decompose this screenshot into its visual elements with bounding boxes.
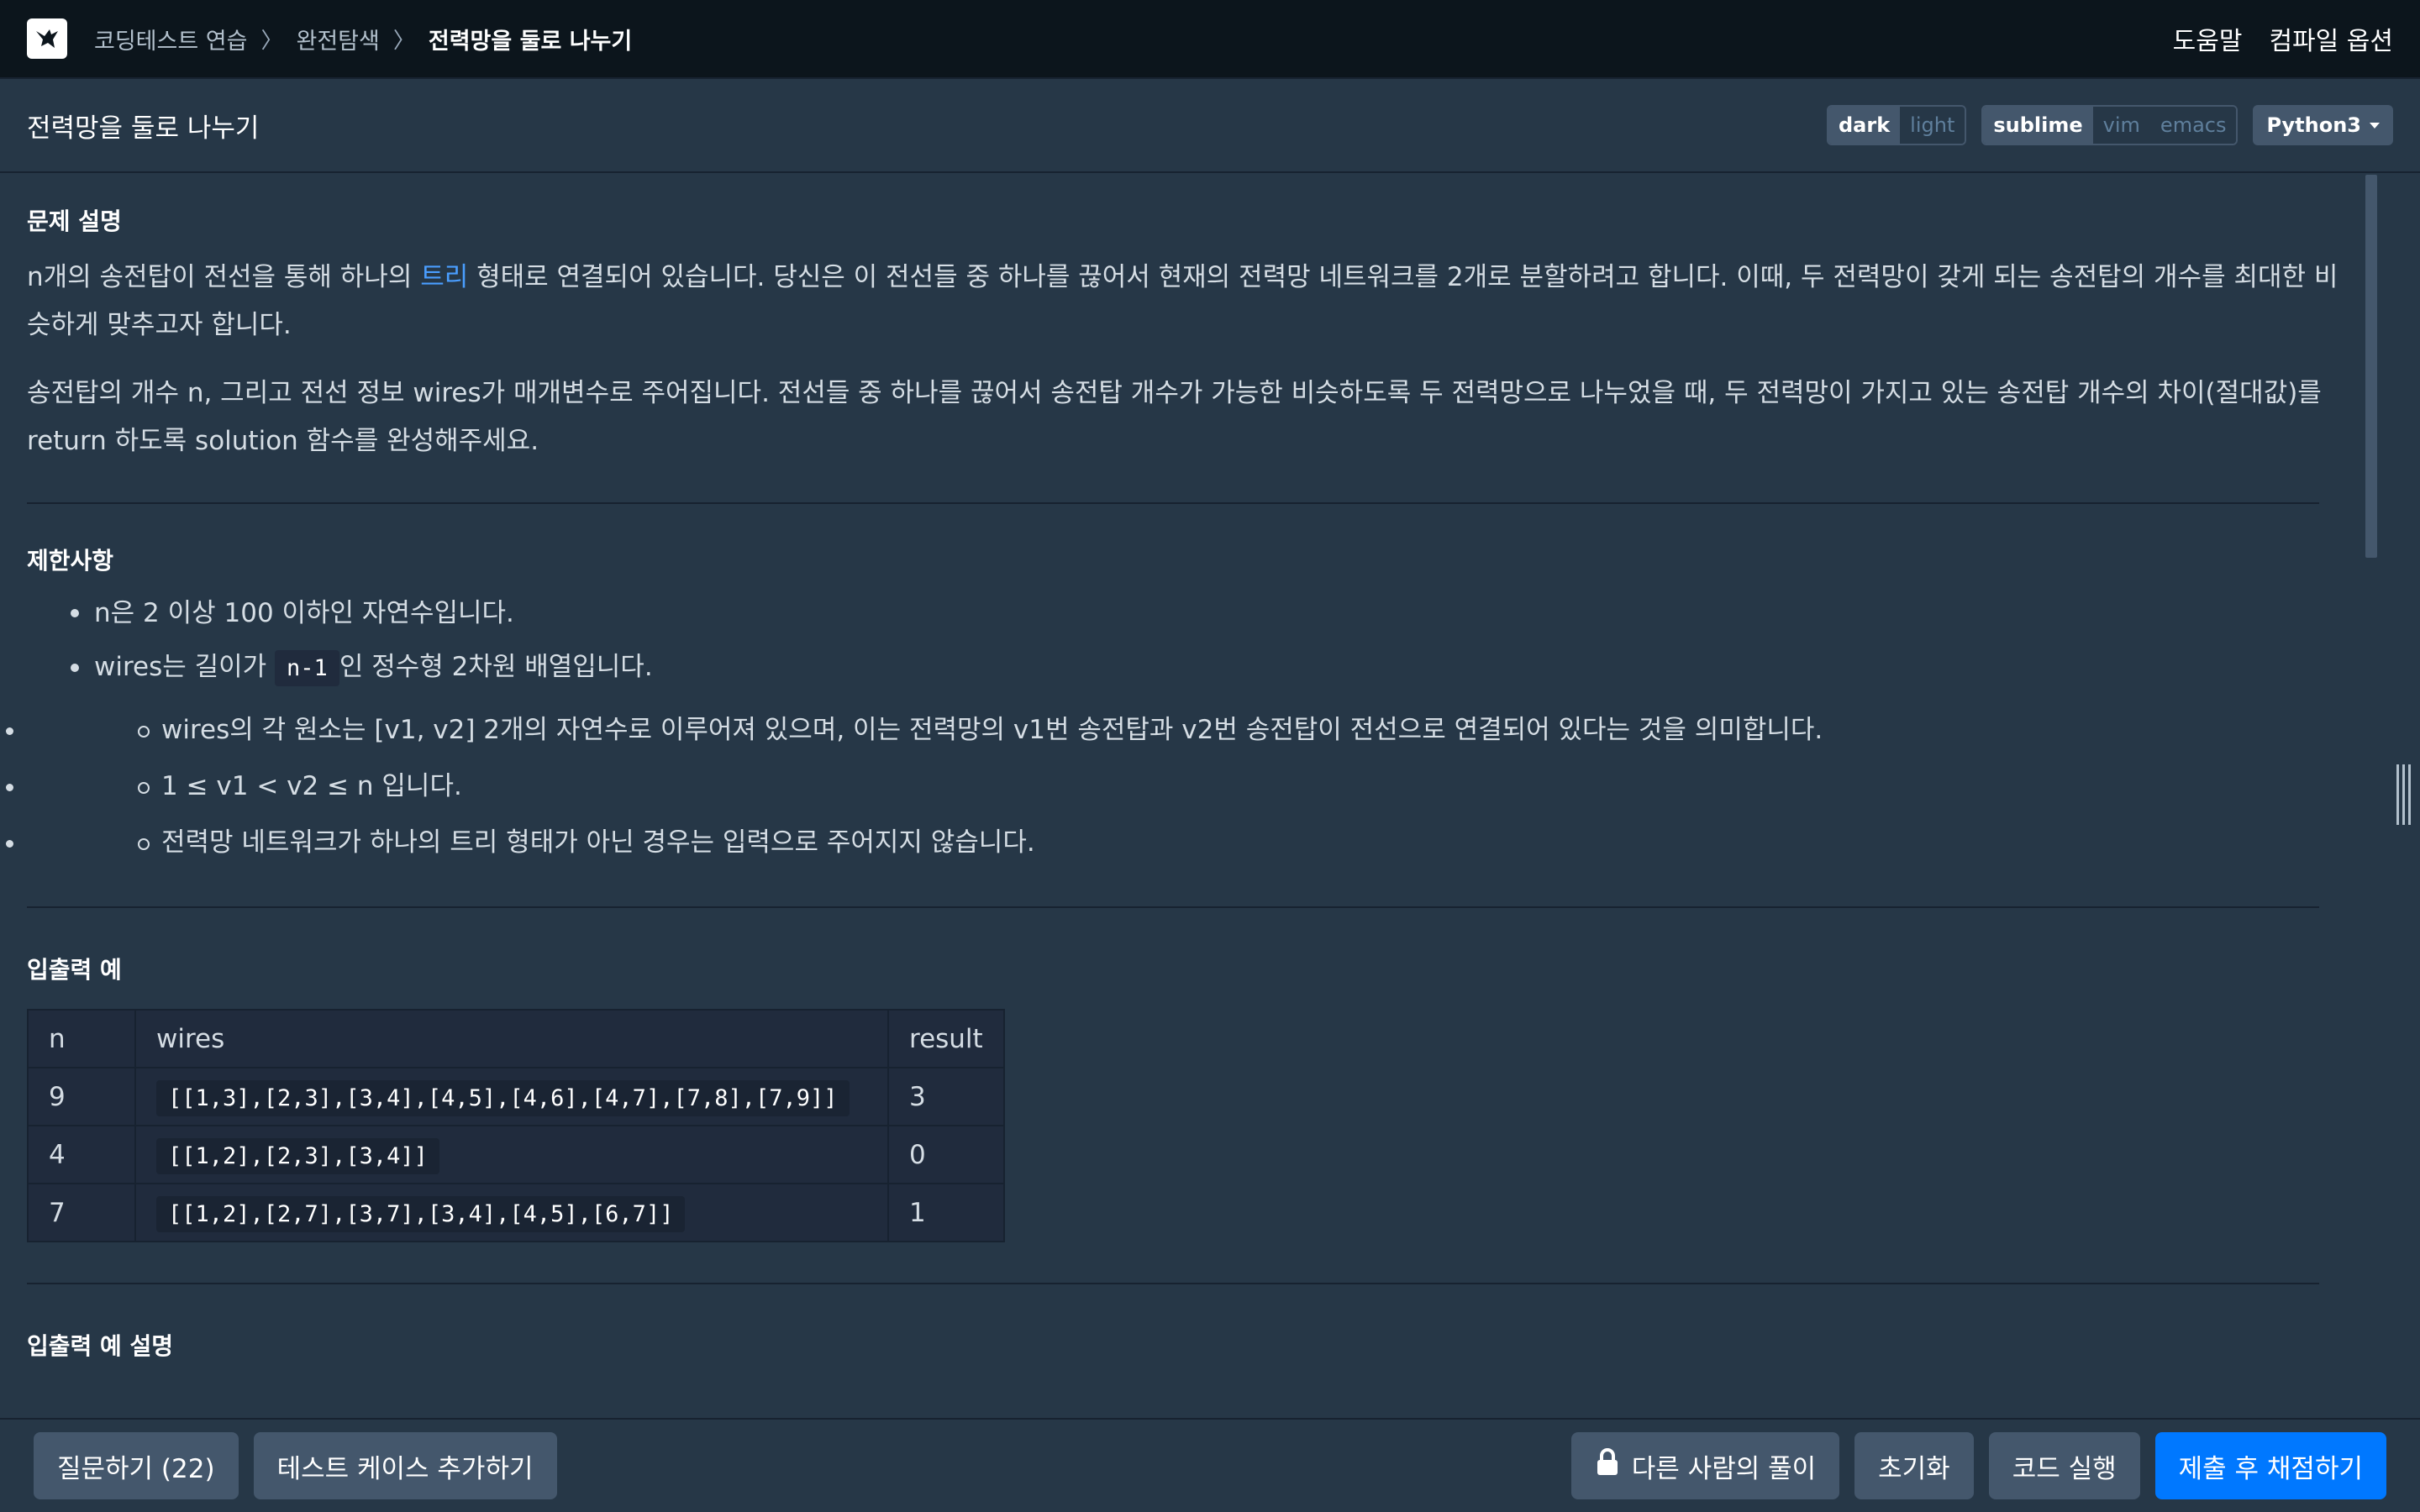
language-select-label: Python3 — [2266, 113, 2361, 137]
column-header-result: result — [887, 1009, 1005, 1068]
cell-n: 9 — [27, 1067, 136, 1126]
run-code-label: 코드 실행 — [2012, 1453, 2117, 1484]
reset-label: 초기화 — [1878, 1453, 1950, 1484]
submit-label: 제출 후 채점하기 — [2178, 1453, 2363, 1484]
compile-options-link[interactable]: 컴파일 옵션 — [2269, 20, 2393, 57]
description-paragraph-1: n개의 송전탑이 전선을 통해 하나의 트리 형태로 연결되어 있습니다. 당신… — [27, 254, 2343, 349]
help-link[interactable]: 도움말 — [2173, 20, 2243, 57]
content-scrollbar[interactable] — [2365, 175, 2377, 558]
cell-wires: [[1,3],[2,3],[3,4],[4,5],[4,6],[4,7],[7,… — [134, 1067, 889, 1126]
title-bar: 전력망을 둘로 나누기 dark light sublime vim emacs… — [0, 79, 2420, 173]
table-header-row: n wires result — [27, 1009, 1005, 1068]
inline-code: n-1 — [275, 650, 339, 686]
cell-n: 7 — [27, 1183, 136, 1242]
column-header-n: n — [27, 1009, 136, 1068]
constraints-title: 제한사항 — [27, 547, 114, 575]
constraint-item: wires는 길이가 n-1 인 정수형 2차원 배열입니다. — [27, 638, 2343, 697]
keymap-vim-button[interactable]: vim — [2092, 107, 2150, 144]
constraint-subitem: 1 ≤ v1 < v2 ≤ n 입니다. — [27, 759, 2343, 815]
constraint-subitem: 전력망 네트워크가 하나의 트리 형태가 아닌 경우는 입력으로 주어지지 않습… — [27, 815, 2343, 871]
breadcrumb: 코딩테스트 연습 〉 완전탐색 〉 전력망을 둘로 나누기 — [94, 23, 632, 55]
cell-result: 1 — [887, 1183, 1005, 1242]
examples-table: n wires result 9 [[1,3],[2,3],[3,4],[4,5… — [27, 1009, 1005, 1242]
cell-wires-code: [[1,2],[2,3],[3,4]] — [156, 1137, 439, 1174]
run-code-button[interactable]: 코드 실행 — [1988, 1432, 2140, 1499]
bottom-toolbar: 질문하기 (22) 테스트 케이스 추가하기 다른 사람의 풀이 초기화 코드 … — [0, 1418, 2420, 1512]
chevron-down-icon — [2370, 122, 2380, 129]
theme-light-button[interactable]: light — [1900, 107, 1965, 144]
cell-result: 3 — [887, 1067, 1005, 1126]
top-nav: 코딩테스트 연습 〉 완전탐색 〉 전력망을 둘로 나누기 도움말 컴파일 옵션 — [0, 0, 2420, 79]
lock-icon — [1595, 1448, 1620, 1483]
others-solutions-button[interactable]: 다른 사람의 풀이 — [1570, 1432, 1840, 1499]
cell-result: 0 — [887, 1125, 1005, 1184]
language-select[interactable]: Python3 — [2253, 105, 2393, 145]
chevron-right-icon: 〉 — [392, 28, 415, 54]
page-title: 전력망을 둘로 나누기 — [27, 113, 260, 144]
add-test-case-button[interactable]: 테스트 케이스 추가하기 — [253, 1432, 557, 1499]
cell-wires: [[1,2],[2,3],[3,4]] — [134, 1125, 889, 1184]
constraint-text: wires는 길이가 — [94, 652, 276, 682]
constraint-text: 인 정수형 2차원 배열입니다. — [339, 652, 653, 682]
chevron-right-icon: 〉 — [260, 28, 283, 54]
examples-explain-title: 입출력 예 설명 — [27, 1332, 174, 1360]
breadcrumb-item-coding-test[interactable]: 코딩테스트 연습 — [94, 23, 247, 55]
table-row: 4 [[1,2],[2,3],[3,4]] 0 — [27, 1125, 1005, 1184]
description-paragraph-2: 송전탑의 개수 n, 그리고 전선 정보 wires가 매개변수로 주어집니다.… — [27, 378, 2322, 456]
column-header-wires: wires — [134, 1009, 889, 1068]
cell-wires-code: [[1,3],[2,3],[3,4],[4,5],[4,6],[4,7],[7,… — [156, 1079, 850, 1116]
tree-link[interactable]: 트리 — [420, 262, 468, 292]
theme-dark-button[interactable]: dark — [1828, 107, 1901, 144]
logo-icon[interactable] — [27, 18, 67, 59]
constraints-sublist: wires의 각 원소는 [v1, v2] 2개의 자연수로 이루어져 있으며,… — [27, 702, 2343, 871]
cell-wires: [[1,2],[2,7],[3,7],[3,4],[4,5],[6,7]] — [134, 1183, 889, 1242]
reset-button[interactable]: 초기화 — [1854, 1432, 1974, 1499]
divider — [27, 906, 2319, 908]
breadcrumb-item-category[interactable]: 완전탐색 — [296, 23, 379, 55]
cell-n: 4 — [27, 1125, 136, 1184]
description-title: 문제 설명 — [27, 207, 122, 235]
submit-button[interactable]: 제출 후 채점하기 — [2154, 1432, 2386, 1499]
divider — [27, 502, 2319, 504]
others-solutions-label: 다른 사람의 풀이 — [1631, 1453, 1817, 1484]
ask-question-label: 질문하기 (22) — [57, 1453, 215, 1484]
theme-toggle: dark light — [1827, 105, 1967, 145]
cell-wires-code: [[1,2],[2,7],[3,7],[3,4],[4,5],[6,7]] — [156, 1195, 686, 1232]
panel-resize-handle[interactable] — [2396, 764, 2412, 825]
ask-question-button[interactable]: 질문하기 (22) — [34, 1432, 239, 1499]
description-text-1a: n개의 송전탑이 전선을 통해 하나의 — [27, 262, 421, 292]
constraints-list: n은 2 이상 100 이하인 자연수입니다. wires는 길이가 n-1 인 … — [27, 588, 2343, 697]
constraint-subitem: wires의 각 원소는 [v1, v2] 2개의 자연수로 이루어져 있으며,… — [27, 702, 2343, 759]
add-test-case-label: 테스트 케이스 추가하기 — [276, 1453, 534, 1484]
keymap-emacs-button[interactable]: emacs — [2149, 107, 2237, 144]
constraint-item: n은 2 이상 100 이하인 자연수입니다. — [27, 588, 2343, 638]
keymap-toggle: sublime vim emacs — [1981, 105, 2238, 145]
table-row: 9 [[1,3],[2,3],[3,4],[4,5],[4,6],[4,7],[… — [27, 1067, 1005, 1126]
divider — [27, 1283, 2319, 1284]
keymap-sublime-button[interactable]: sublime — [1983, 107, 2093, 144]
table-row: 7 [[1,2],[2,7],[3,7],[3,4],[4,5],[6,7]] … — [27, 1183, 1005, 1242]
examples-title: 입출력 예 — [27, 956, 122, 984]
problem-content: 문제 설명 n개의 송전탑이 전선을 통해 하나의 트리 형태로 연결되어 있습… — [0, 175, 2370, 1418]
breadcrumb-item-current: 전력망을 둘로 나누기 — [428, 28, 633, 55]
